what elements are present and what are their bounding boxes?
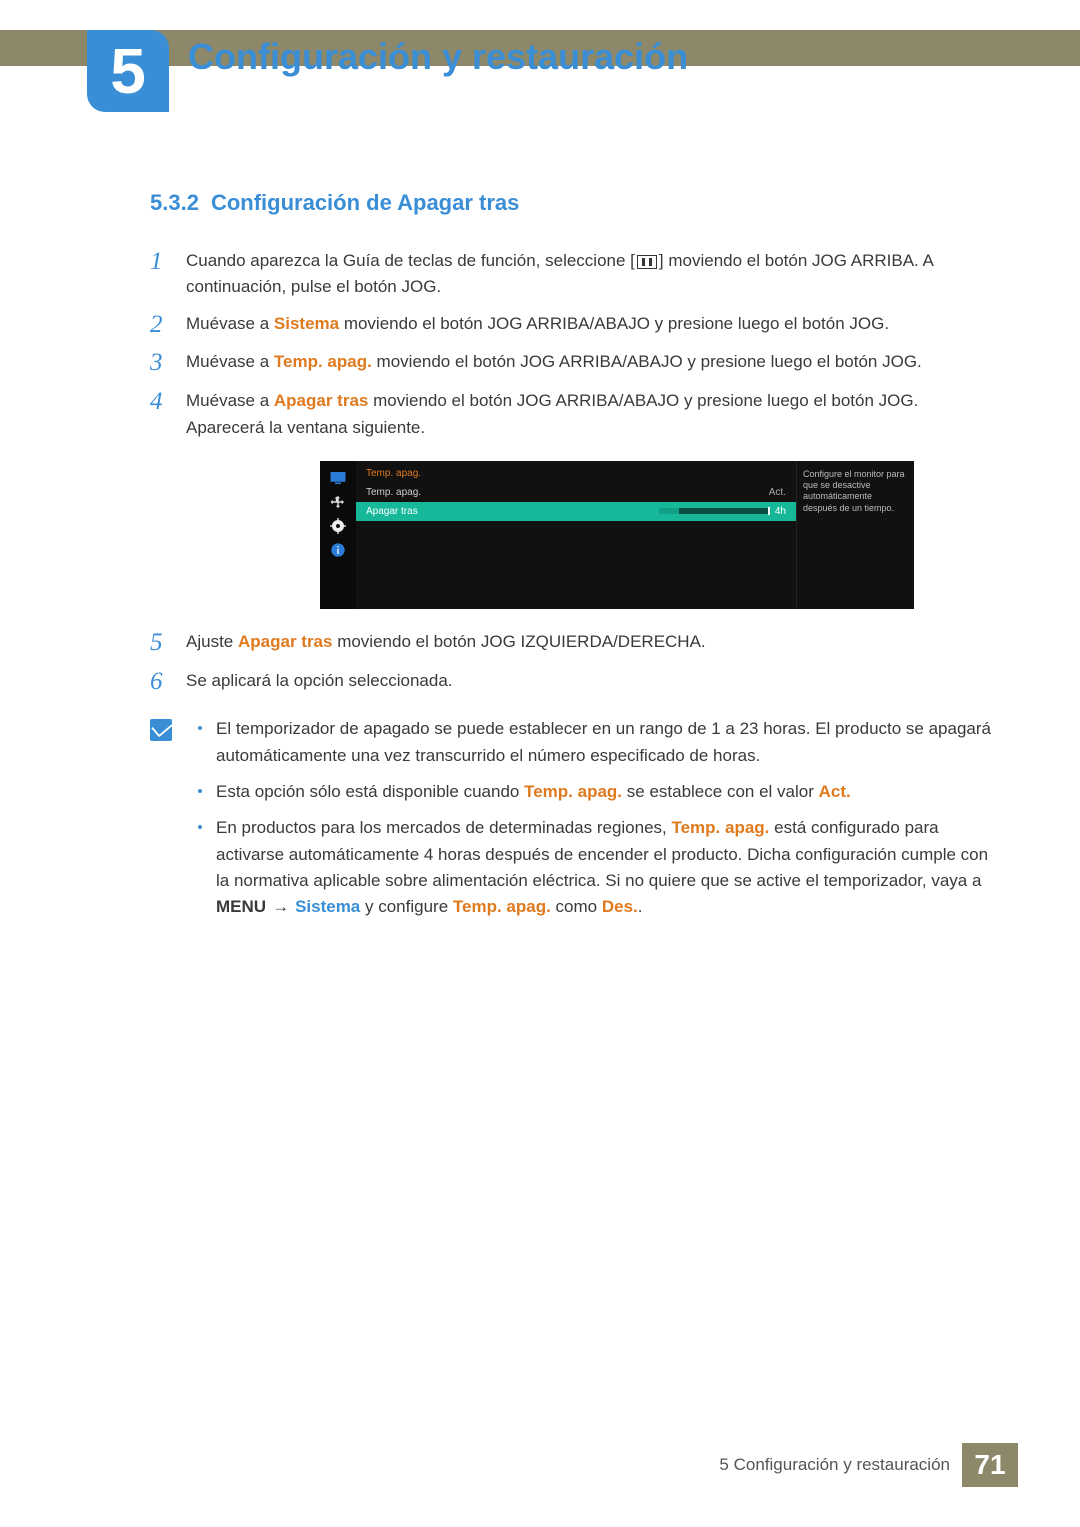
chapter-title: Configuración y restauración (188, 36, 688, 78)
osd-row-value: Act. (769, 487, 786, 498)
section-title: Configuración de Apagar tras (211, 190, 519, 215)
page-content: 5.3.2 Configuración de Apagar tras 1 Cuan… (150, 190, 995, 931)
step-number: 4 (150, 388, 186, 441)
osd-row-label: Temp. apag. (366, 487, 421, 498)
note-item: Esta opción sólo está disponible cuando … (198, 779, 995, 805)
step-number: 2 (150, 311, 186, 340)
note-item: En productos para los mercados de determ… (198, 815, 995, 920)
picture-icon (327, 469, 349, 487)
highlight-des: Des. (602, 897, 638, 916)
highlight-temp-apag: Temp. apag. (453, 897, 551, 916)
highlight-apagar-tras: Apagar tras (238, 632, 332, 651)
step-number: 3 (150, 349, 186, 378)
note-icon (150, 719, 172, 741)
footer-text: 5 Configuración y restauración (719, 1455, 950, 1475)
highlight-menu: MENU (216, 897, 266, 916)
highlight-temp-apag: Temp. apag. (524, 782, 622, 801)
highlight-sistema: Sistema (274, 314, 339, 333)
slider-track (659, 508, 769, 514)
osd-sidebar (320, 461, 356, 609)
step-number: 5 (150, 629, 186, 658)
info-icon (327, 541, 349, 559)
note-list: El temporizador de apagado se puede esta… (198, 716, 995, 930)
osd-title: Temp. apag. (356, 461, 796, 483)
step-text: Muévase a Sistema moviendo el botón JOG … (186, 311, 995, 340)
step-text: Muévase a Temp. apag. moviendo el botón … (186, 349, 995, 378)
highlight-act: Act. (819, 782, 851, 801)
slider-tick (768, 507, 770, 515)
footer-page-number: 71 (962, 1443, 1018, 1487)
note-block: El temporizador de apagado se puede esta… (150, 716, 995, 930)
chapter-number-box: 5 (87, 30, 169, 112)
section-number: 5.3.2 (150, 190, 199, 215)
osd-screenshot: Temp. apag. Temp. apag. Act. Apagar tras… (320, 461, 995, 609)
step-number: 1 (150, 248, 186, 301)
highlight-apagar-tras: Apagar tras (274, 391, 368, 410)
step-list: 1 Cuando aparezca la Guía de teclas de f… (150, 248, 995, 441)
osd-row-label: Apagar tras (366, 506, 418, 517)
slider-fill (659, 508, 679, 514)
highlight-temp-apag: Temp. apag. (274, 352, 372, 371)
osd-row-apagar-tras: Apagar tras 4h (356, 502, 796, 521)
note-item: El temporizador de apagado se puede esta… (198, 716, 995, 769)
step-text: Muévase a Apagar tras moviendo el botón … (186, 388, 995, 441)
footer: 5 Configuración y restauración 71 (719, 1443, 1018, 1487)
gear-icon (327, 517, 349, 535)
menu-icon (637, 255, 657, 269)
step-list-cont: 5 Ajuste Apagar tras moviendo el botón J… (150, 629, 995, 697)
arrow-icon: → (272, 897, 289, 916)
section-heading: 5.3.2 Configuración de Apagar tras (150, 190, 995, 216)
highlight-sistema: Sistema (295, 897, 360, 916)
step-text: Cuando aparezca la Guía de teclas de fun… (186, 248, 995, 301)
step-text: Se aplicará la opción seleccionada. (186, 668, 995, 697)
osd-main: Temp. apag. Temp. apag. Act. Apagar tras… (356, 461, 796, 609)
arrows-icon (327, 493, 349, 511)
osd-row-temp-apag: Temp. apag. Act. (356, 483, 796, 502)
step-number: 6 (150, 668, 186, 697)
step-text: Ajuste Apagar tras moviendo el botón JOG… (186, 629, 995, 658)
highlight-temp-apag: Temp. apag. (671, 818, 769, 837)
osd-tooltip: Configure el monitor para que se desacti… (796, 461, 914, 609)
osd-row-value: 4h (775, 506, 786, 517)
